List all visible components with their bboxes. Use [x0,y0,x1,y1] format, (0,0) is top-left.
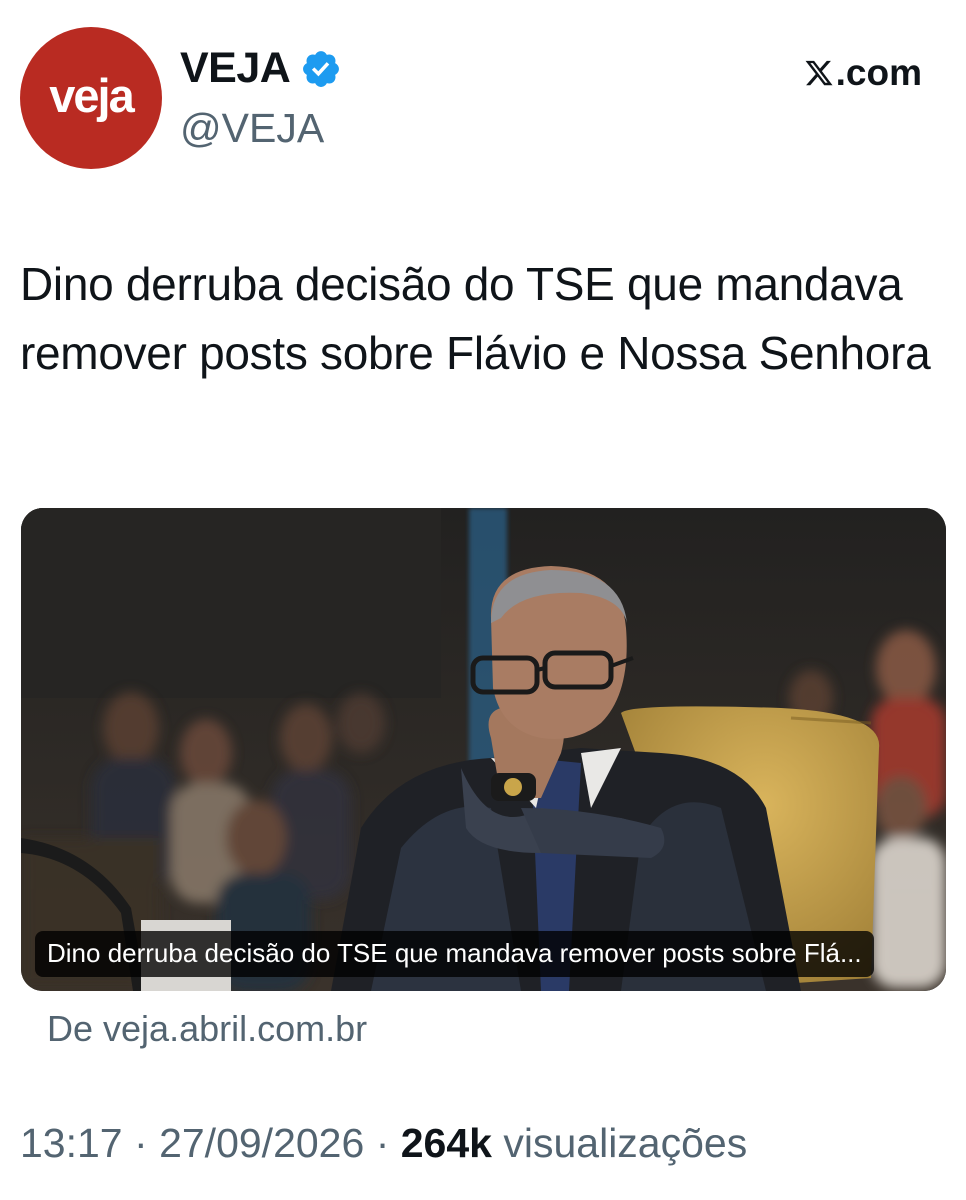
views-label: visualizações [503,1120,748,1166]
post-time[interactable]: 13:17 [20,1120,123,1166]
post-text: Dino derruba decisão do TSE que mandava … [20,258,931,379]
verified-badge-icon [303,50,340,87]
post-meta: 13:17 · 27/09/2026 · 264k visualizações [20,1120,747,1167]
display-name[interactable]: VEJA [180,44,291,93]
x-com-text: .com [835,52,922,93]
x-com-label: .com [804,52,922,94]
x-logo-icon [805,60,833,86]
card-caption: Dino derruba decisão do TSE que mandava … [35,931,874,977]
article-photo [21,508,946,991]
meta-separator: · [375,1120,390,1166]
account-handle[interactable]: @VEJA [180,105,324,152]
avatar[interactable]: veja [20,27,162,169]
views-count: 264k [400,1120,492,1166]
link-card[interactable]: Dino derruba decisão do TSE que mandava … [21,508,946,991]
account-name-row[interactable]: VEJA [180,44,342,93]
card-source-link[interactable]: De veja.abril.com.br [47,1008,367,1050]
meta-separator: · [134,1120,148,1166]
post-date[interactable]: 27/09/2026 [159,1120,364,1166]
avatar-logo-text: veja [49,68,134,122]
